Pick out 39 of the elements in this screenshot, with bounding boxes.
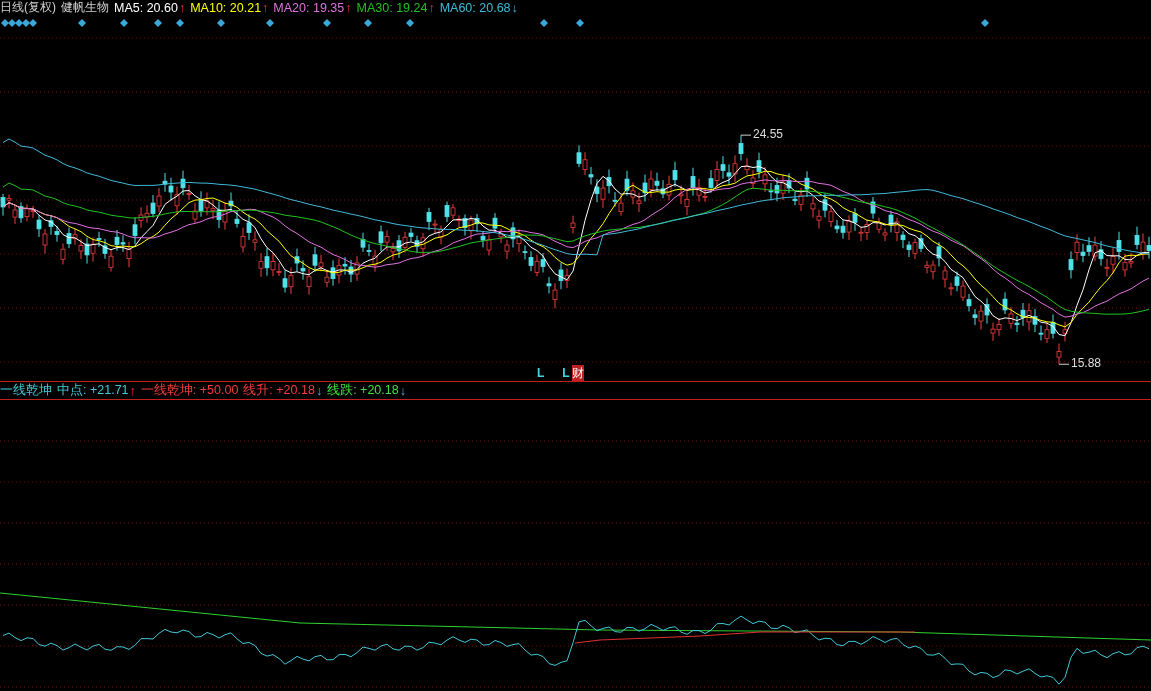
diamond-icon: [406, 19, 414, 27]
legend-item: 线跌: +20.18: [327, 382, 399, 399]
diamond-icon: [78, 19, 86, 27]
legend-item: MA20: 19.35: [273, 0, 345, 15]
legend-item: 中点: +21.71: [57, 382, 129, 399]
diamond-icon: [364, 19, 372, 27]
diamond-icon: [576, 19, 584, 27]
diamond-icon: [981, 19, 989, 27]
diamond-icon: [323, 19, 331, 27]
legend-item: MA10: 20.21: [190, 0, 262, 15]
trend-arrow: ↑: [262, 0, 269, 15]
trend-arrow: ↑: [345, 0, 352, 15]
legend-item: MA60: 20.68: [439, 0, 511, 15]
diamond-icon: [217, 19, 225, 27]
legend-item: MA30: 19.24: [356, 0, 428, 15]
trend-arrow: ↓: [511, 0, 518, 15]
signal-marker: L: [562, 366, 570, 380]
stock-name: 健帆生物: [61, 0, 109, 16]
period-label: 日线(复权): [0, 0, 56, 16]
legend-item: 一线乾坤: [0, 382, 52, 399]
trend-arrow: ↓: [399, 383, 406, 398]
diamond-icon: [266, 19, 274, 27]
high-price-label: 24.55: [753, 127, 784, 142]
trend-arrow: ↑: [178, 0, 186, 15]
leader-line: [740, 134, 752, 136]
diamond-icon: [176, 19, 184, 27]
finance-marker: 财: [571, 364, 584, 382]
low-price-label: 15.88: [1071, 356, 1102, 371]
legend-item: 线升: +20.18: [243, 382, 315, 399]
trend-arrow: ↓: [315, 383, 323, 398]
legend-item: 一线乾坤: +50.00: [140, 382, 239, 399]
diamond-icon: [540, 19, 548, 27]
diamond-icon: [120, 19, 128, 27]
legend-item: MA5: 20.60: [114, 0, 178, 15]
diamond-icon: [154, 19, 162, 27]
leader-line: [1058, 363, 1070, 365]
signal-marker: L: [537, 366, 545, 380]
trend-arrow: ↑: [428, 0, 435, 15]
trend-arrow: ↑: [129, 383, 136, 398]
